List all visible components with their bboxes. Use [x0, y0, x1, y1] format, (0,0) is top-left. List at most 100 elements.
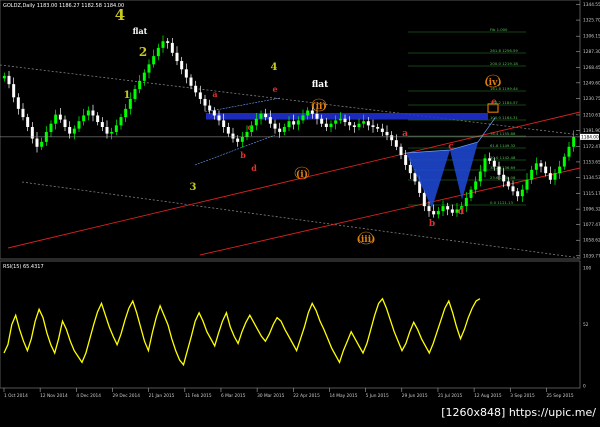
channel-lower-line	[21, 181, 581, 259]
price-tick-label: 1268.45	[583, 65, 600, 71]
candle-body	[530, 169, 534, 180]
time-tick-label: 14 May 2015	[329, 393, 357, 399]
price-tick-label: 1058.62	[583, 238, 600, 244]
candle-body	[506, 181, 510, 187]
candle-body	[544, 166, 548, 174]
candle-body	[133, 89, 137, 99]
candle-body	[464, 197, 468, 207]
wave-label: flat	[133, 26, 148, 36]
candle-body	[413, 173, 417, 182]
candle-body	[572, 136, 576, 147]
candle-body	[292, 121, 296, 125]
wave-label: a	[212, 89, 217, 99]
candle-body	[394, 140, 398, 147]
candle-body	[348, 122, 352, 126]
watermark-text: [1260x848] https://upic.me/	[441, 406, 596, 419]
candle-body	[264, 113, 268, 118]
candle-body	[315, 113, 319, 119]
candle-body	[100, 122, 104, 127]
candle-body	[268, 117, 272, 124]
time-tick-label: 29 Dec 2014	[112, 393, 140, 399]
candle-body	[110, 131, 114, 134]
time-tick-label: 21 Jan 2015	[149, 393, 175, 399]
candle-body	[525, 179, 529, 190]
candle-body	[362, 121, 366, 124]
candle-body	[357, 123, 361, 127]
fib-level-label: 261.8 1256.59	[490, 48, 518, 53]
candle-body	[245, 131, 249, 137]
wave-label: d	[458, 207, 465, 217]
time-tick-label: 1 Oct 2014	[4, 393, 28, 399]
wave-label: d	[251, 163, 257, 173]
candle-body	[567, 146, 571, 157]
candle-body	[156, 47, 160, 57]
time-axis: 1 Oct 2014 12 Nov 2014 4 Dec 2014 29 Dec 20…	[3, 388, 574, 399]
candle-body	[562, 156, 566, 167]
candle-body	[502, 174, 506, 182]
candle-body	[558, 166, 562, 174]
candle-body	[63, 119, 67, 127]
candle-body	[334, 120, 338, 124]
candle-body	[273, 123, 277, 129]
last-price-label: 1184.00	[581, 134, 599, 140]
wave-label: (iv)	[484, 77, 501, 88]
fib-level-label: 0.0 1121.13	[490, 200, 514, 205]
rsi-tick-label: 0	[583, 384, 586, 390]
candle-body	[399, 146, 403, 156]
candle-body	[548, 173, 552, 180]
time-tick-label: 22 Apr 2015	[293, 393, 320, 399]
candle-body	[483, 158, 487, 172]
fib-level-label: 200.0 1219.18	[490, 61, 518, 66]
candle-body	[385, 131, 389, 136]
time-tick-label: 5 Jun 2015	[366, 393, 389, 399]
candle-body	[49, 123, 53, 132]
price-tick-label: 1077.47	[583, 222, 600, 228]
candle-body	[441, 206, 445, 212]
candle-body	[492, 160, 496, 167]
triangle-top-line	[204, 97, 281, 113]
candle-body	[516, 191, 520, 197]
candle-body	[422, 192, 426, 207]
candle-body	[520, 189, 524, 197]
rsi-header: RSI(15) 65.4317	[3, 264, 44, 270]
time-tick-label: 11 Feb 2015	[185, 393, 212, 399]
wave-label: (ii)	[311, 101, 326, 112]
wave-label: 1	[124, 90, 131, 101]
candle-body	[138, 80, 142, 90]
candle-body	[12, 84, 16, 98]
chart-svg: Fib 1.000 261.8 1256.59 200.0 1219.18 1 61.8…	[0, 0, 600, 419]
candle-body	[170, 42, 174, 53]
wave-label: c	[448, 142, 454, 152]
resistance-zone-rect	[206, 112, 488, 120]
candle-body	[301, 115, 305, 121]
candle-body	[539, 163, 543, 167]
candle-body	[119, 117, 123, 126]
time-tick-label: 12 Nov 2014	[40, 393, 68, 399]
candle-body	[436, 211, 440, 215]
candle-body	[203, 98, 207, 106]
triangle-bottom-line	[194, 134, 276, 166]
fib-level-label: 50.0 1142.48	[490, 155, 516, 160]
candle-body	[152, 56, 156, 65]
time-tick-label: 29 Jun 2015	[402, 393, 428, 399]
candle-body	[469, 189, 473, 198]
candle-body	[432, 211, 436, 215]
chart-window: Fib 1.000 261.8 1256.59 200.0 1219.18 1 61.8…	[0, 0, 600, 423]
candle-body	[408, 164, 412, 174]
candle-body	[446, 206, 450, 210]
candle-body	[427, 206, 431, 212]
price-tick-label: 1115.17	[583, 191, 600, 197]
candle-body	[189, 77, 193, 86]
candle-body	[147, 64, 151, 73]
rsi-tick-label: 100	[583, 266, 591, 272]
candle-body	[180, 61, 184, 70]
candle-body	[474, 181, 478, 190]
wave-label: (i)	[296, 169, 308, 180]
candle-body	[166, 41, 170, 43]
candle-body	[338, 118, 342, 121]
rsi-tick-label: 52	[583, 322, 589, 328]
candle-body	[511, 186, 515, 192]
candle-body	[222, 120, 226, 127]
rsi-line	[3, 297, 481, 367]
candle-body	[240, 136, 244, 142]
